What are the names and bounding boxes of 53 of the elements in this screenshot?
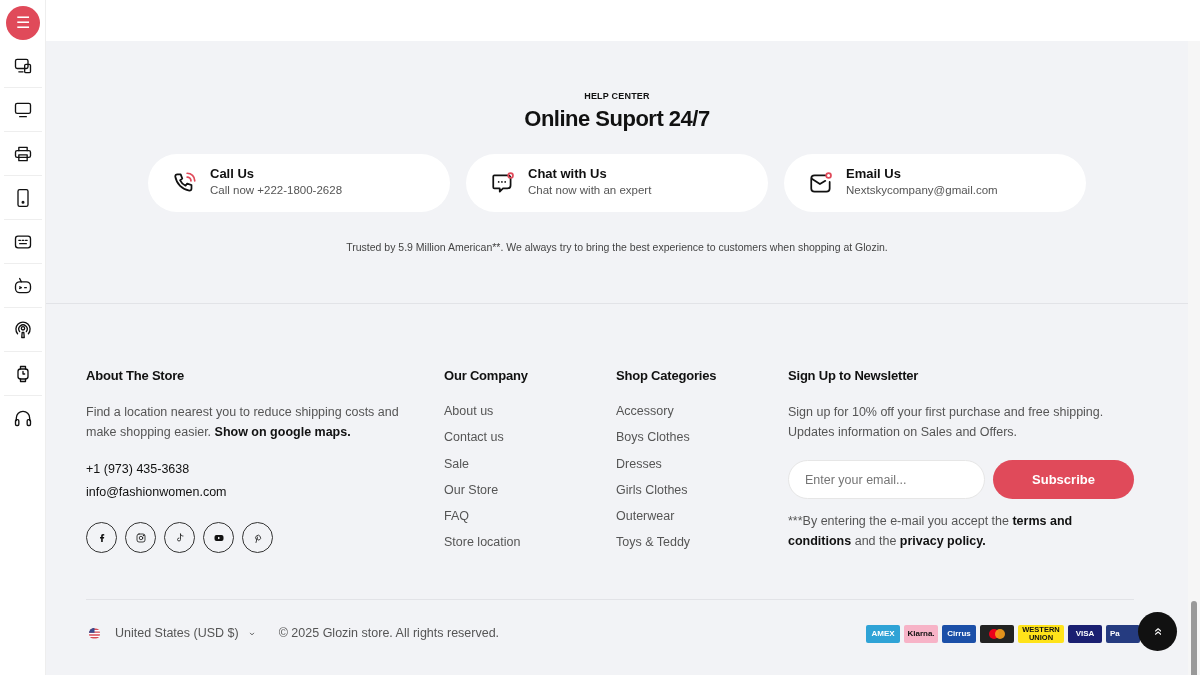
contact-subtitle: Nextskycompany@gmail.com — [846, 183, 998, 199]
footer-link[interactable]: Contact us — [444, 424, 616, 451]
payment-badge: Cirrus — [942, 624, 976, 643]
footer-link[interactable]: Dresses — [616, 450, 788, 477]
column-heading: Shop Categories — [616, 366, 718, 385]
footer-link[interactable]: Boys Clothes — [616, 424, 788, 451]
email-address: info@fashionwomen.com — [86, 484, 228, 502]
contact-subtitle: Call now +222-1800-2628 — [210, 183, 343, 199]
phone-number: +1 (973) 435-3638 — [86, 461, 191, 479]
headphones-link[interactable] — [12, 408, 33, 428]
subscribe-button[interactable]: Subscribe — [993, 460, 1134, 500]
contact-card[interactable]: Chat with Us Chat now with an expert — [466, 153, 768, 212]
chat-icon — [490, 169, 516, 196]
footer-link[interactable]: Toys & Teddy — [616, 529, 788, 556]
footer-link[interactable]: Outerwear — [616, 502, 788, 530]
podcast-link[interactable] — [12, 319, 33, 340]
scrollbar[interactable] — [1188, 41, 1200, 675]
contact-title: Email Us — [846, 166, 902, 183]
instagram-icon — [134, 531, 147, 544]
footer-link[interactable]: FAQ — [444, 502, 616, 530]
podcast-icon — [12, 319, 33, 340]
game-console-link[interactable] — [12, 275, 33, 296]
contact-subtitle: Chat now with an expert — [528, 183, 652, 199]
headphones-icon — [12, 408, 33, 428]
column-heading: About The Store — [86, 366, 186, 385]
footer-link[interactable]: Our Store — [444, 476, 616, 503]
newsletter-note: ***By entering the e-mail you accept the terms and conditions and the privacy policy. — [788, 513, 1074, 551]
contact-card[interactable]: Email Us Nextskycompany@gmail.com — [784, 153, 1086, 212]
contact-title: Chat with Us — [528, 166, 608, 183]
footer-link[interactable]: About us — [444, 398, 616, 425]
payment-badge: Klarna. — [904, 624, 938, 643]
footer-link[interactable]: Sale — [444, 450, 616, 477]
about-text: Find a location nearest you to reduce shipping costs and make shopping easier. Show on google maps. — [86, 404, 400, 442]
column-heading: Sign Up to Newsletter — [788, 366, 920, 385]
section-title: Online Suport 24/7 — [523, 105, 711, 132]
footer-link[interactable]: Store location — [444, 529, 616, 556]
footer-link[interactable]: Accessory — [616, 398, 788, 425]
menu-button[interactable]: ☰ — [5, 6, 40, 40]
newsletter-text: Sign up for 10% off your first purchase and free shipping. Updates information on Sales and Offers. — [788, 404, 1105, 442]
section-eyebrow: HELP CENTER — [583, 90, 651, 103]
game-console-icon — [12, 275, 33, 296]
email-input[interactable]: Enter your email... — [788, 460, 985, 500]
footer-link[interactable]: Girls Clothes — [616, 476, 788, 503]
copyright-text: © 2025 Glozin store. All rights reserved. — [278, 625, 500, 643]
trust-text: Trusted by 5.9 Million American**. We always try to bring the best experience to customers when shopping at Glozin. — [345, 239, 889, 255]
payment-badge: Pa — [1106, 624, 1140, 643]
payment-badge: AMEX — [866, 624, 900, 643]
payment-badge: VISA — [1068, 624, 1102, 643]
currency-selector[interactable]: United States (USD $) — [86, 624, 257, 644]
email-icon — [808, 169, 834, 196]
contact-card[interactable]: Call Us Call now +222-1800-2628 — [148, 153, 450, 212]
contact-title: Call Us — [210, 166, 256, 183]
column-heading: Our Company — [444, 366, 529, 385]
